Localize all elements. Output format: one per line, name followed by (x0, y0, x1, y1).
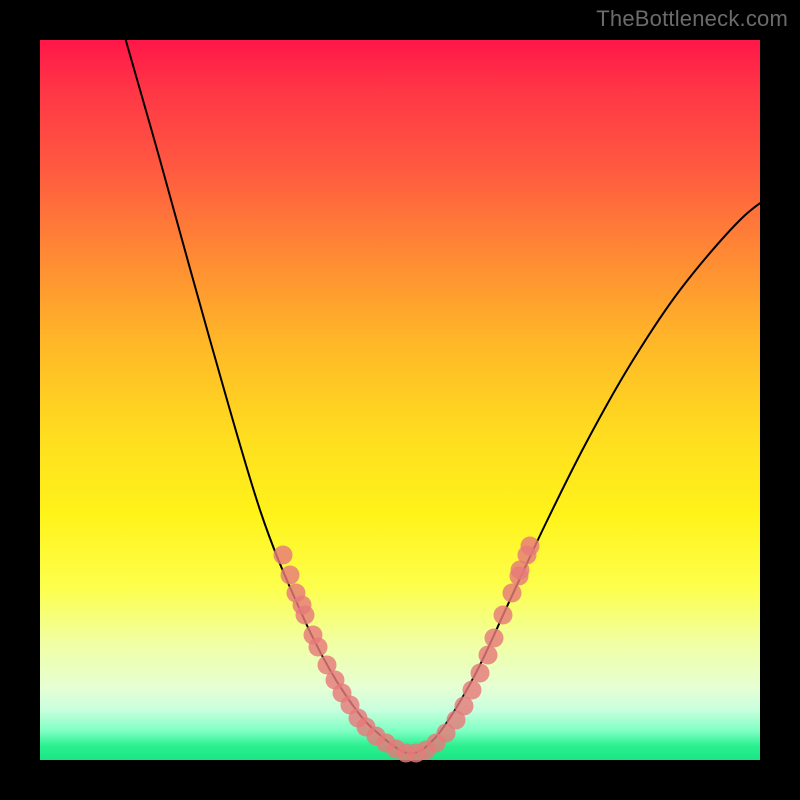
watermark-text: TheBottleneck.com (596, 6, 788, 32)
data-point (503, 584, 522, 603)
bottleneck-curve (120, 20, 780, 753)
data-point (485, 629, 504, 648)
data-point (293, 596, 312, 615)
data-point (274, 546, 293, 565)
data-point (494, 606, 513, 625)
data-point (521, 537, 540, 556)
data-point (463, 681, 482, 700)
chart-stage: TheBottleneck.com (0, 0, 800, 800)
chart-svg (40, 40, 760, 760)
scatter-dots (274, 537, 540, 763)
data-point (479, 646, 498, 665)
data-point (511, 561, 530, 580)
plot-area (40, 40, 760, 760)
data-point (471, 664, 490, 683)
data-point (309, 638, 328, 657)
data-point (281, 566, 300, 585)
